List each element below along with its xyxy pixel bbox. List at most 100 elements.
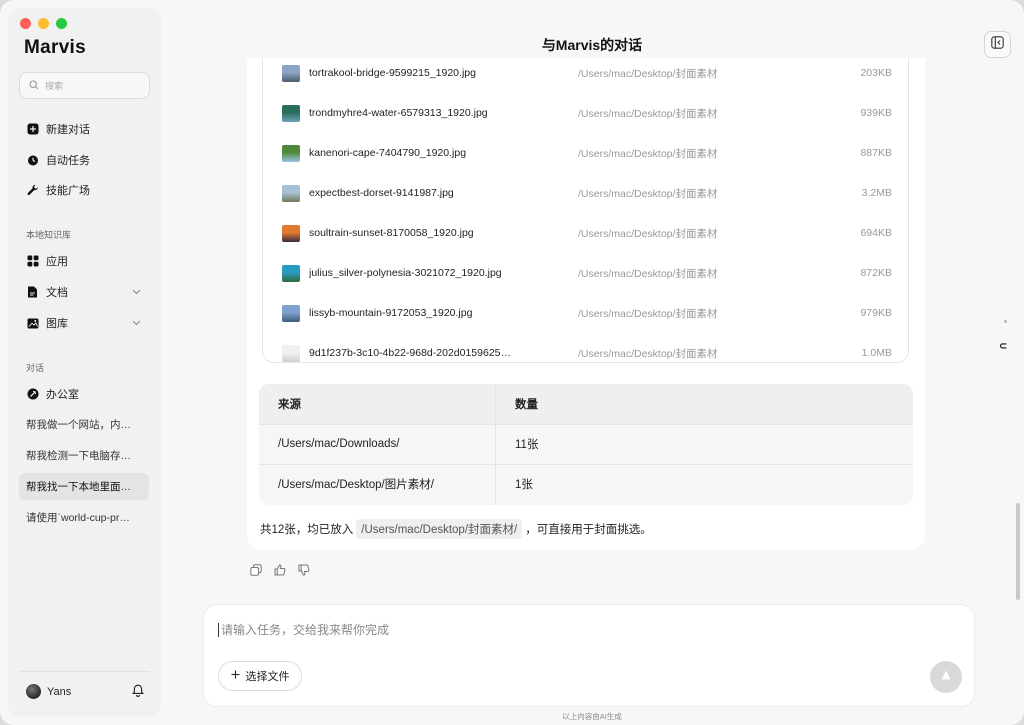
image-thumbnail xyxy=(282,264,300,282)
file-path: /Users/mac/Desktop/封面素材 xyxy=(578,347,718,360)
office-icon xyxy=(26,388,39,401)
thumbs-up-icon[interactable] xyxy=(274,563,286,581)
table-header-row: 来源 数量 xyxy=(259,384,913,424)
summary-suffix: ，可直接用于封面挑选。 xyxy=(525,524,652,536)
table-cell: /Users/mac/Downloads/ xyxy=(278,438,400,450)
table-header-count: 数量 xyxy=(515,399,538,411)
image-thumbnail xyxy=(282,344,300,362)
image-thumbnail xyxy=(282,184,300,202)
file-size: 3.2MB xyxy=(861,187,892,199)
sidebar-item-gallery[interactable]: 图库 xyxy=(19,311,149,335)
zoom-window-button[interactable] xyxy=(56,18,67,29)
sidebar-divider xyxy=(19,671,150,672)
chevron-down-icon[interactable] xyxy=(132,286,141,298)
summary-path-code: /Users/mac/Desktop/封面素材/ xyxy=(356,519,523,539)
app-window: Marvis 搜索 新建对话 自动任务 技能广场 本地知识库 应用 文档 图库 … xyxy=(0,0,1024,725)
table-cell: /Users/mac/Desktop/图片素材/ xyxy=(278,479,434,491)
conversation-item[interactable]: 帮我检测一下电脑存… xyxy=(19,442,149,469)
file-path: /Users/mac/Desktop/封面素材 xyxy=(578,267,718,280)
file-size: 203KB xyxy=(860,67,892,79)
sidebar-item-apps[interactable]: 应用 xyxy=(19,249,149,273)
file-path: /Users/mac/Desktop/封面素材 xyxy=(578,187,718,200)
summary-prefix: 共12张，均已放入 xyxy=(260,524,354,536)
minimize-window-button[interactable] xyxy=(38,18,49,29)
image-icon xyxy=(26,317,39,330)
app-logo: Marvis xyxy=(24,37,87,58)
sidebar-item-label: 办公室 xyxy=(46,389,79,401)
summary-text: 共12张，均已放入 /Users/mac/Desktop/封面素材/ ，可直接用… xyxy=(260,519,652,539)
select-file-button[interactable]: 选择文件 xyxy=(218,661,302,691)
file-size: 1.0MB xyxy=(861,347,892,359)
image-thumbnail xyxy=(282,104,300,122)
user-name: Yans xyxy=(47,685,72,698)
table-row: /Users/mac/Desktop/图片素材/ 1张 xyxy=(259,464,913,504)
sidebar-toggle-icon xyxy=(991,35,1004,54)
file-size: 694KB xyxy=(860,227,892,239)
file-name: lissyb-mountain-9172053_1920.jpg xyxy=(309,307,473,319)
file-name: 9d1f237b-3c10-4b22-968d-202d0159625… xyxy=(309,347,512,359)
file-name: julius_silver-polynesia-3021072_1920.jpg xyxy=(309,267,502,279)
file-size: 979KB xyxy=(860,307,892,319)
table-cell: 11张 xyxy=(515,439,539,451)
file-row[interactable]: kanenori-cape-7404790_1920.jpg/Users/mac… xyxy=(263,133,908,173)
file-row[interactable]: tortrakool-bridge-9599215_1920.jpg/Users… xyxy=(263,58,908,93)
close-window-button[interactable] xyxy=(20,18,31,29)
scrollbar[interactable] xyxy=(1016,503,1020,600)
sidebar-item-new-chat[interactable]: 新建对话 xyxy=(19,117,149,141)
page-title: 与Marvis的对话 xyxy=(541,37,643,53)
apps-grid-icon xyxy=(26,255,39,268)
file-path: /Users/mac/Desktop/封面素材 xyxy=(578,67,718,80)
sidebar-item-label: 技能广场 xyxy=(46,185,90,197)
user-profile[interactable]: Yans xyxy=(26,684,71,699)
file-name: expectbest-dorset-9141987.jpg xyxy=(309,187,454,199)
file-path: /Users/mac/Desktop/封面素材 xyxy=(578,147,718,160)
conversation-item[interactable]: 帮我做一个网站，内… xyxy=(19,411,149,438)
plus-icon xyxy=(231,670,240,682)
send-button[interactable] xyxy=(930,661,962,693)
divider xyxy=(495,384,496,505)
window-controls xyxy=(20,18,67,29)
sidebar-item-docs[interactable]: 文档 xyxy=(19,280,149,304)
avatar xyxy=(26,684,41,699)
thumbs-down-icon[interactable] xyxy=(298,563,310,581)
select-file-label: 选择文件 xyxy=(245,671,290,683)
file-size: 872KB xyxy=(860,267,892,279)
task-input[interactable] xyxy=(218,623,918,637)
file-row[interactable]: expectbest-dorset-9141987.jpg/Users/mac/… xyxy=(263,173,908,213)
conversation-item-active[interactable]: 帮我找一下本地里面… xyxy=(19,473,149,500)
conversation-item[interactable]: 请使用`world-cup-pr… xyxy=(19,504,149,531)
image-thumbnail xyxy=(282,304,300,322)
file-row[interactable]: 9d1f237b-3c10-4b22-968d-202d0159625… /Use… xyxy=(263,333,908,362)
sidebar-item-skills[interactable]: 技能广场 xyxy=(19,178,149,202)
message-actions xyxy=(250,563,310,581)
collapse-panel-button[interactable] xyxy=(984,31,1011,58)
wrench-icon xyxy=(26,184,39,197)
table-cell: 1张 xyxy=(515,479,533,491)
file-path: /Users/mac/Desktop/封面素材 xyxy=(578,307,718,320)
sidebar-item-auto-tasks[interactable]: 自动任务 xyxy=(19,148,149,172)
file-row[interactable]: trondmyhre4-water-6579313_1920.jpg/Users… xyxy=(263,93,908,133)
chevron-down-icon[interactable] xyxy=(132,317,141,329)
table-row: /Users/mac/Downloads/ 11张 xyxy=(259,424,913,464)
composer: 选择文件 xyxy=(203,604,975,707)
file-size: 939KB xyxy=(860,107,892,119)
file-name: trondmyhre4-water-6579313_1920.jpg xyxy=(309,107,488,119)
file-name: kanenori-cape-7404790_1920.jpg xyxy=(309,147,467,159)
sidebar-item-label: 自动任务 xyxy=(46,155,90,167)
new-chat-icon xyxy=(26,123,39,136)
copy-icon[interactable] xyxy=(250,563,262,581)
side-indicator-icon: ⊂ xyxy=(999,341,1008,352)
ai-disclaimer: 以上内容由AI生成 xyxy=(562,712,622,721)
search-box[interactable]: 搜索 xyxy=(19,72,150,99)
table-header-source: 来源 xyxy=(278,399,301,411)
file-row[interactable]: lissyb-mountain-9172053_1920.jpg/Users/m… xyxy=(263,293,908,333)
side-indicator-dot xyxy=(1004,320,1007,323)
file-row[interactable]: julius_silver-polynesia-3021072_1920.jpg… xyxy=(263,253,908,293)
file-path: /Users/mac/Desktop/封面素材 xyxy=(578,227,718,240)
clock-icon xyxy=(26,154,39,167)
sidebar-item-office[interactable]: 办公室 xyxy=(19,382,149,406)
source-count-table: 来源 数量 /Users/mac/Downloads/ 11张 /Users/m… xyxy=(259,384,913,505)
search-placeholder: 搜索 xyxy=(45,81,64,91)
bell-icon[interactable] xyxy=(132,684,144,702)
file-row[interactable]: soultrain-sunset-8170058_1920.jpg/Users/… xyxy=(263,213,908,253)
